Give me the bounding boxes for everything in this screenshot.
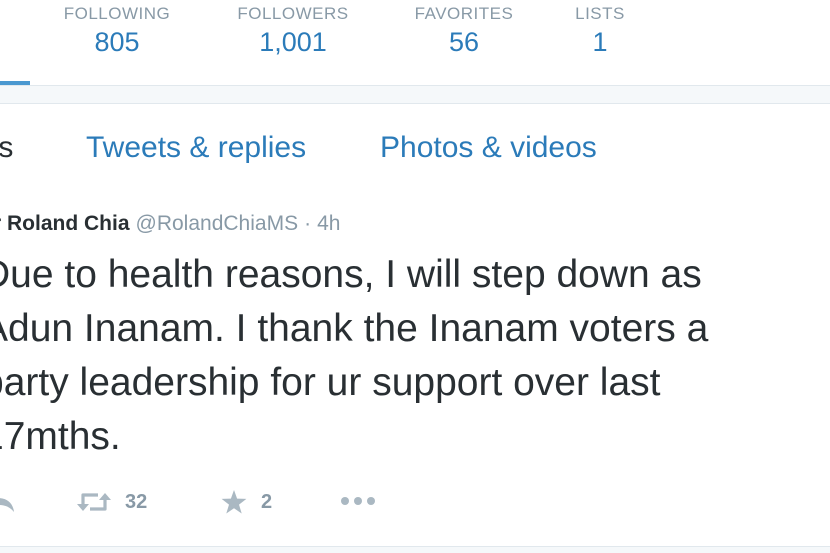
profile-page: S 9 FOLLOWING 805 FOLLOWERS 1,001 FAVORI… xyxy=(0,0,830,553)
stat-following-value: 805 xyxy=(94,27,140,57)
tab-photos-and-videos[interactable]: Photos & videos xyxy=(380,131,597,165)
favorite-count: 2 xyxy=(261,490,273,513)
stat-lists-value: 1 xyxy=(592,27,608,57)
stat-followers[interactable]: FOLLOWERS 1,001 xyxy=(229,4,357,58)
reply-icon xyxy=(0,490,16,514)
section-gap xyxy=(0,86,830,103)
stat-favorites[interactable]: FAVORITES 56 xyxy=(406,4,522,58)
tweet[interactable]: r Roland Chia @RolandChiaMS · 4h Due to hea… xyxy=(0,186,830,546)
retweet-button[interactable]: 32 xyxy=(77,490,147,514)
stat-followers-value: 1,001 xyxy=(259,27,327,57)
stat-followers-label: FOLLOWERS xyxy=(237,4,349,23)
tab-tweets[interactable]: ts xyxy=(0,131,13,165)
tweet-header: r Roland Chia @RolandChiaMS · 4h xyxy=(0,212,340,236)
stat-lists-label: LISTS xyxy=(575,4,625,23)
tweet-separator-dot: · xyxy=(304,212,312,235)
profile-stats-bar: S 9 FOLLOWING 805 FOLLOWERS 1,001 FAVORI… xyxy=(0,0,830,86)
timeline-tabs: ts Tweets & replies Photos & videos xyxy=(0,104,830,290)
retweet-icon xyxy=(77,490,111,514)
stat-lists[interactable]: LISTS 1 xyxy=(568,4,632,58)
tweet-text: Due to health reasons, I will step down … xyxy=(0,248,830,464)
stat-favorites-value: 56 xyxy=(448,27,480,57)
more-dots-icon xyxy=(340,496,376,506)
favorite-button[interactable]: 2 xyxy=(221,490,272,514)
tweet-timestamp[interactable]: 4h xyxy=(317,212,340,235)
stat-tweets-value: 9 xyxy=(0,27,32,58)
more-button[interactable] xyxy=(340,496,376,506)
tweet-text-line: party leadership for ur support over las… xyxy=(0,361,661,404)
retweet-count: 32 xyxy=(125,490,148,513)
stat-following-label: FOLLOWING xyxy=(63,4,171,23)
bottom-gap xyxy=(0,547,830,553)
stat-tweets[interactable]: S 9 xyxy=(0,4,32,58)
tweet-text-line: Adun Inanam. I thank the Inanam voters a xyxy=(0,307,709,350)
stat-favorites-label: FAVORITES xyxy=(414,4,514,23)
tweet-actions: 32 2 xyxy=(0,486,830,520)
tweet-author-name[interactable]: r Roland Chia xyxy=(0,212,130,235)
tweet-text-line: Due to health reasons, I will step down … xyxy=(0,253,702,296)
stat-tweets-label: S xyxy=(0,4,32,24)
tab-tweets-and-replies[interactable]: Tweets & replies xyxy=(86,131,306,165)
star-icon xyxy=(221,490,247,514)
tweet-text-line: 17mths. xyxy=(0,415,121,458)
tweet-author-handle[interactable]: @RolandChiaMS xyxy=(136,212,299,235)
reply-button[interactable] xyxy=(0,490,16,514)
stat-following[interactable]: FOLLOWING 805 xyxy=(56,4,178,58)
